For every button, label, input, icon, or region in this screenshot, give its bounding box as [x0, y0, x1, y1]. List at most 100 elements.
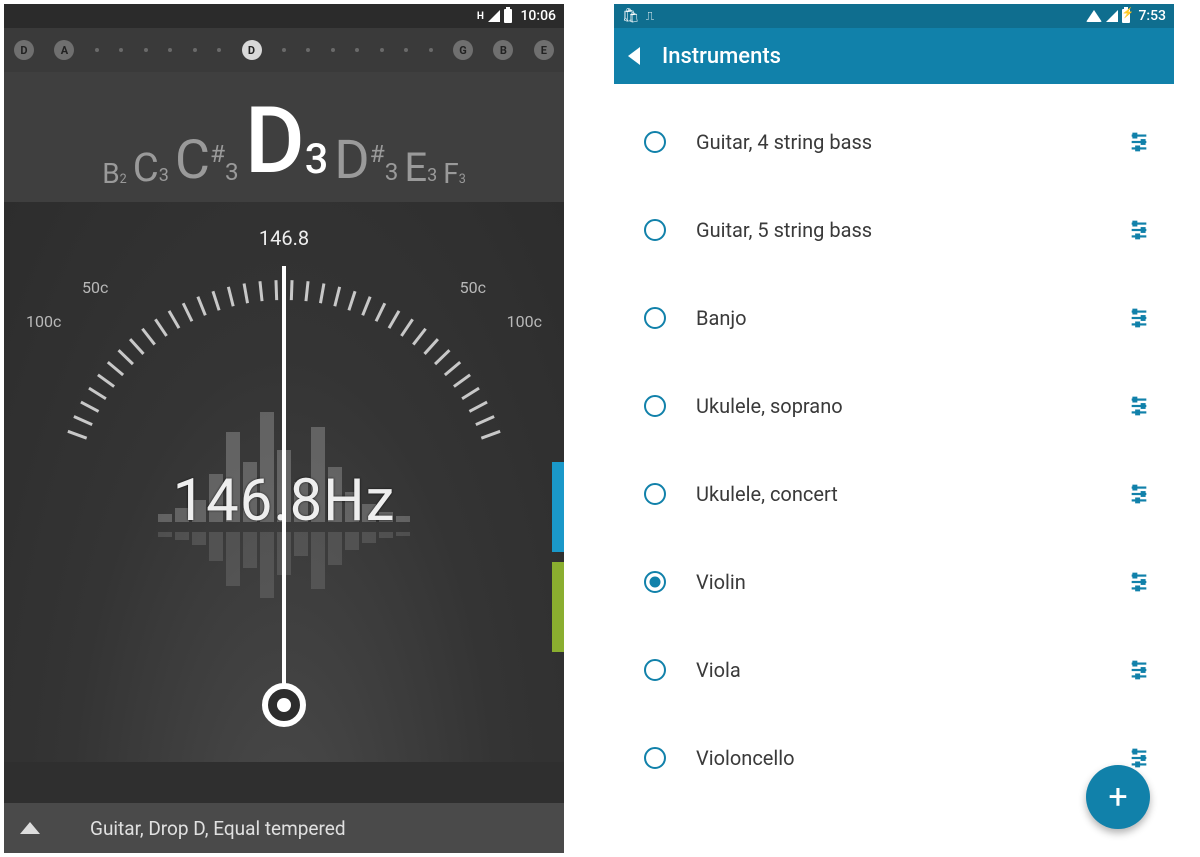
radio-button[interactable] [644, 219, 666, 241]
string-gap-dot [282, 48, 286, 52]
note-adjacent[interactable]: C#3 [175, 134, 239, 188]
status-bar: H 10:06 [4, 4, 564, 28]
meter-needle [282, 266, 286, 696]
tune-icon[interactable] [1128, 483, 1150, 505]
meter-tick [73, 415, 92, 426]
instrument-row[interactable]: Guitar, 4 string bass [614, 98, 1174, 186]
meter-tick [388, 310, 401, 329]
instrument-label: Violin [696, 570, 1128, 594]
meter-tick [375, 303, 386, 322]
preset-label: Guitar, Drop D, Equal tempered [90, 817, 346, 840]
radio-button[interactable] [644, 395, 666, 417]
tuning-preset-bar[interactable]: Guitar, Drop D, Equal tempered [4, 803, 564, 853]
string-gap-dot [404, 48, 408, 52]
needle-frequency: 146.8 [259, 226, 309, 250]
string-gap-dot [380, 48, 384, 52]
instrument-label: Banjo [696, 306, 1128, 330]
briefcase-icon: 🛍 [622, 8, 640, 24]
meter-tick [107, 361, 124, 376]
meter-tick [227, 286, 235, 306]
tune-icon[interactable] [1128, 747, 1150, 769]
note-scroll[interactable]: B2C3C#3D3D#3E3F3 [4, 72, 564, 202]
instrument-row[interactable]: Viola [614, 626, 1174, 714]
add-instrument-fab[interactable]: + [1086, 765, 1150, 829]
instrument-row[interactable]: Guitar, 5 string bass [614, 186, 1174, 274]
meter-tick [347, 291, 356, 311]
instrument-label: Ukulele, soprano [696, 394, 1128, 418]
radio-button[interactable] [644, 483, 666, 505]
page-title: Instruments [662, 44, 781, 69]
meter-tick [243, 283, 249, 303]
radio-button[interactable] [644, 307, 666, 329]
back-icon[interactable] [628, 47, 640, 65]
tuning-meter: 146.8 100c 50c 50c 100c 146.8Hz [4, 202, 564, 762]
instrument-row[interactable]: Banjo [614, 274, 1174, 362]
meter-tick [453, 374, 471, 388]
tune-icon[interactable] [1128, 571, 1150, 593]
string-gap-dot [95, 48, 99, 52]
chevron-up-icon [20, 822, 40, 834]
instrument-label: Viola [696, 658, 1128, 682]
network-type: H [477, 11, 485, 22]
cent-label-right-100: 100c [507, 312, 542, 331]
meter-tick [361, 296, 371, 316]
battery-icon [504, 9, 512, 23]
meter-tick [182, 303, 193, 322]
note-adjacent[interactable]: C3 [133, 148, 169, 188]
status-time: 10:06 [520, 8, 556, 24]
string-dot[interactable]: B [493, 40, 513, 60]
string-dot[interactable]: D [14, 40, 34, 60]
meter-tick [475, 415, 494, 426]
signal-icon [488, 10, 500, 22]
string-gap-dot [168, 48, 172, 52]
string-dot[interactable]: G [453, 40, 473, 60]
tuner-screen: H 10:06 DADGBE B2C3C#3D3D#3E3F3 146.8 10… [4, 4, 564, 853]
meter-tick [274, 280, 278, 300]
app-bar: Instruments [614, 28, 1174, 84]
string-dot[interactable]: E [534, 40, 554, 60]
note-adjacent[interactable]: E3 [404, 148, 437, 188]
tune-icon[interactable] [1128, 219, 1150, 241]
tune-icon[interactable] [1128, 659, 1150, 681]
radio-button[interactable] [644, 659, 666, 681]
wifi-icon [1086, 10, 1102, 22]
plus-icon: + [1108, 780, 1127, 814]
signal-icon [1106, 10, 1118, 22]
meter-tick [423, 338, 439, 355]
instrument-list[interactable]: Guitar, 4 string bass Guitar, 5 string ba… [614, 84, 1174, 816]
cent-label-right-50: 50c [460, 278, 486, 297]
meter-tick [304, 281, 309, 301]
instrument-label: Guitar, 5 string bass [696, 218, 1128, 242]
meter-tick [333, 286, 341, 306]
string-gap-dot [144, 48, 148, 52]
side-tab-green[interactable] [552, 562, 564, 652]
cent-label-left-50: 50c [82, 278, 108, 297]
status-time: 7:53 [1138, 8, 1166, 24]
string-gap-dot [217, 48, 221, 52]
meter-tick [88, 387, 107, 400]
tune-icon[interactable] [1128, 307, 1150, 329]
string-gap-dot [193, 48, 197, 52]
radio-button[interactable] [644, 571, 666, 593]
instrument-row[interactable]: Ukulele, soprano [614, 362, 1174, 450]
instrument-label: Guitar, 4 string bass [696, 130, 1128, 154]
meter-tick [129, 338, 145, 355]
note-adjacent[interactable]: F3 [443, 160, 466, 188]
battery-charging-icon [1122, 9, 1130, 23]
string-gap-dot [119, 48, 123, 52]
status-bar: 🛍 ⎍ 7:53 [614, 4, 1174, 28]
note-current[interactable]: D3 [245, 96, 329, 188]
tune-icon[interactable] [1128, 131, 1150, 153]
instrument-row[interactable]: Violin [614, 538, 1174, 626]
note-adjacent[interactable]: D#3 [334, 134, 398, 188]
meter-tick [412, 328, 427, 346]
string-dot[interactable]: D [242, 40, 262, 60]
tune-icon[interactable] [1128, 395, 1150, 417]
note-adjacent[interactable]: B2 [102, 160, 127, 188]
side-tab-blue[interactable] [552, 462, 564, 552]
string-dot[interactable]: A [54, 40, 74, 60]
instrument-row[interactable]: Ukulele, concert [614, 450, 1174, 538]
radio-button[interactable] [644, 747, 666, 769]
radio-button[interactable] [644, 131, 666, 153]
meter-tick [444, 361, 461, 376]
